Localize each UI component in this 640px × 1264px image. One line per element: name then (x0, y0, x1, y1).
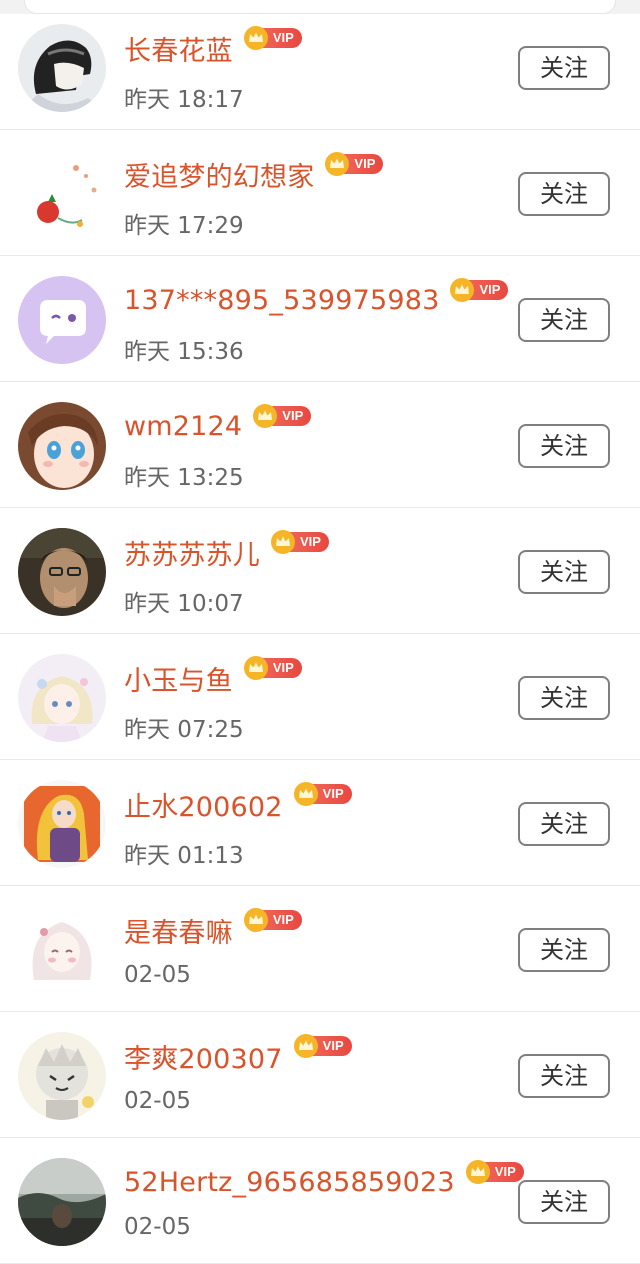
list-item[interactable]: 是春春嘛 VIP 02-05 关注 (0, 886, 640, 1012)
follow-button[interactable]: 关注 (518, 1054, 610, 1098)
list-item[interactable]: 小玉与鱼 VIP 昨天 07:25 关注 (0, 634, 640, 760)
white-hair-girl-avatar-icon[interactable] (18, 906, 106, 994)
crown-icon (450, 278, 475, 302)
follower-list: 长春花蓝 VIP 昨天 18:17 关注 爱追梦的幻想家 VIP 昨天 17:2… (0, 4, 640, 1264)
follow-button[interactable]: 关注 (518, 928, 610, 972)
anime-girl-avatar-icon[interactable] (18, 402, 106, 490)
user-name[interactable]: 是春春嘛 (124, 911, 233, 950)
follow-button[interactable]: 关注 (518, 46, 610, 90)
user-name[interactable]: 爱追梦的幻想家 (124, 155, 314, 194)
chibi-boy-avatar-icon[interactable] (18, 1032, 106, 1120)
crown-icon (243, 26, 268, 50)
user-name[interactable]: 止水200602 (124, 785, 283, 824)
user-name[interactable]: 长春花蓝 (124, 29, 233, 68)
vip-badge: VIP (293, 1034, 352, 1058)
crown-icon (465, 1160, 490, 1184)
list-item[interactable]: 止水200602 VIP 昨天 01:13 关注 (0, 760, 640, 886)
activity-time: 昨天 15:36 (124, 339, 244, 365)
list-item[interactable]: 苏苏苏苏儿 VIP 昨天 10:07 关注 (0, 508, 640, 634)
crown-icon (293, 1034, 318, 1058)
vip-badge: VIP (252, 404, 312, 428)
list-item[interactable]: 长春花蓝 VIP 昨天 18:17 关注 (0, 4, 640, 130)
follow-button[interactable]: 关注 (518, 424, 610, 468)
vip-badge: VIP (243, 908, 302, 932)
activity-time: 昨天 13:25 (124, 465, 244, 491)
red-flower-avatar-icon[interactable] (18, 150, 106, 238)
activity-time: 02-05 (124, 1214, 191, 1240)
activity-time: 02-05 (124, 1088, 191, 1114)
list-item[interactable]: wm2124 VIP 昨天 13:25 关注 (0, 382, 640, 508)
crown-icon (243, 656, 268, 680)
purple-chat-avatar-icon[interactable] (18, 276, 106, 364)
activity-time: 昨天 18:17 (124, 87, 244, 113)
activity-time: 昨天 17:29 (124, 213, 244, 239)
activity-time: 昨天 01:13 (124, 843, 244, 869)
anime-helmet-avatar-icon[interactable] (18, 24, 106, 112)
crown-icon (243, 908, 268, 932)
photo-person-avatar-icon[interactable] (18, 528, 106, 616)
blonde-girl-avatar-icon[interactable] (18, 780, 106, 868)
vip-badge: VIP (270, 530, 329, 554)
landscape-photo-avatar-icon[interactable] (18, 1158, 106, 1246)
user-name[interactable]: 李爽200307 (124, 1037, 283, 1076)
user-name[interactable]: 52Hertz_965685859023 (124, 1167, 455, 1198)
crown-icon (293, 782, 318, 806)
user-name[interactable]: 苏苏苏苏儿 (124, 533, 260, 572)
list-item[interactable]: 爱追梦的幻想家 VIP 昨天 17:29 关注 (0, 130, 640, 256)
user-name[interactable]: 小玉与鱼 (124, 659, 233, 698)
vip-badge: VIP (465, 1160, 524, 1184)
vip-badge: VIP (449, 278, 509, 302)
activity-time: 昨天 10:07 (124, 591, 244, 617)
vip-badge: VIP (243, 656, 302, 680)
follow-button[interactable]: 关注 (518, 676, 610, 720)
vip-badge: VIP (243, 26, 302, 50)
vip-badge: VIP (324, 152, 384, 176)
follow-button[interactable]: 关注 (518, 802, 610, 846)
crown-icon (253, 404, 278, 428)
follow-button[interactable]: 关注 (518, 550, 610, 594)
vip-badge: VIP (293, 782, 352, 806)
activity-time: 02-05 (124, 962, 191, 988)
pastel-girl-avatar-icon[interactable] (18, 654, 106, 742)
user-name[interactable]: wm2124 (124, 411, 242, 442)
crown-icon (271, 530, 295, 554)
activity-time: 昨天 07:25 (124, 717, 244, 743)
crown-icon (325, 152, 350, 176)
user-name[interactable]: 137***895_539975983 (124, 285, 439, 316)
follow-button[interactable]: 关注 (518, 172, 610, 216)
follow-button[interactable]: 关注 (518, 298, 610, 342)
list-item[interactable]: 李爽200307 VIP 02-05 关注 (0, 1012, 640, 1138)
list-item[interactable]: 137***895_539975983 VIP 昨天 15:36 关注 (0, 256, 640, 382)
follow-button[interactable]: 关注 (518, 1180, 610, 1224)
list-item[interactable]: 52Hertz_965685859023 VIP 02-05 关注 (0, 1138, 640, 1264)
